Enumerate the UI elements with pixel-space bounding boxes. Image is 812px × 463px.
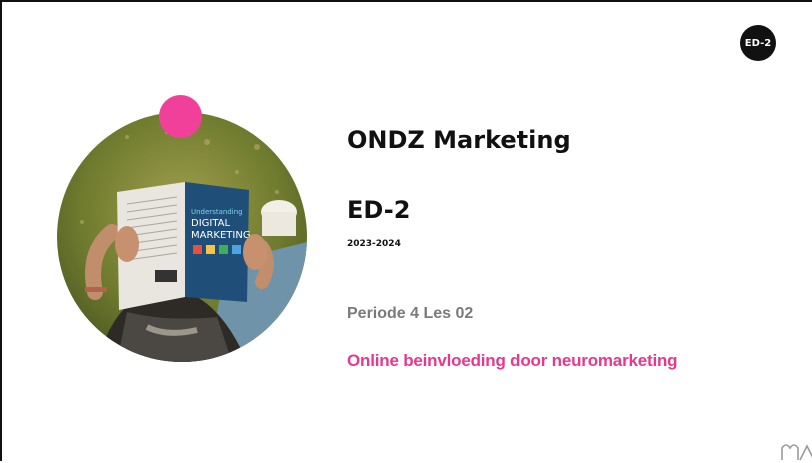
academic-year: 2023-2024 bbox=[347, 239, 401, 249]
reading-person-image: Understanding DIGITAL MARKETING bbox=[57, 112, 307, 362]
book-line-3: MARKETING bbox=[191, 230, 251, 241]
lesson-period: Periode 4 Les 02 bbox=[347, 305, 474, 322]
slide-code-badge: ED-2 bbox=[740, 25, 776, 61]
school-logo-icon bbox=[781, 444, 812, 461]
badge-label: ED-2 bbox=[744, 37, 772, 49]
accent-dot bbox=[159, 95, 202, 138]
hero-photo: Understanding DIGITAL MARKETING bbox=[57, 112, 307, 362]
book-line-2: DIGITAL bbox=[191, 218, 231, 229]
course-code: ED-2 bbox=[347, 196, 411, 224]
course-title: ONDZ Marketing bbox=[347, 126, 571, 154]
lesson-subject: Online beinvloeding door neuromarketing bbox=[347, 351, 678, 370]
book-line-1: Understanding bbox=[191, 208, 243, 216]
slide: ED-2 Understanding DIGITAL MARKETING OND… bbox=[0, 0, 812, 461]
